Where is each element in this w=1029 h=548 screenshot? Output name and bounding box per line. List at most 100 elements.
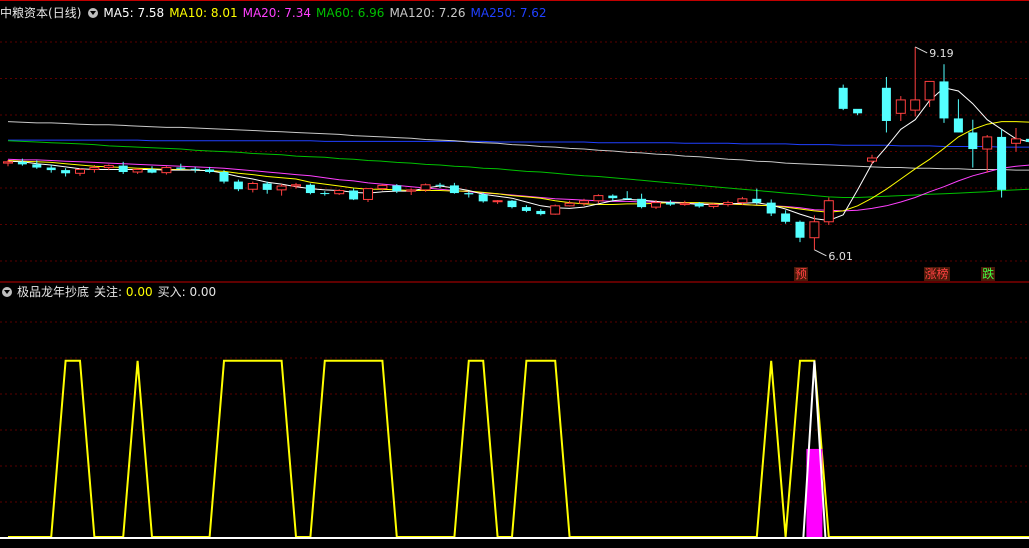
- ma20-legend-label: MA20:: [242, 6, 281, 20]
- ma120-legend-label: MA120:: [389, 6, 435, 20]
- chart-canvas: 9.19 6.01: [0, 0, 1029, 539]
- ma20-legend-value: 7.34: [280, 6, 312, 20]
- indicator-legend-label: 买入:: [157, 285, 186, 299]
- candle-body-down: [464, 193, 474, 195]
- ma60-legend-label: MA60:: [316, 6, 354, 20]
- candle-body-up: [910, 99, 921, 111]
- candle-body-down: [392, 185, 402, 192]
- candle-body-down: [449, 185, 459, 194]
- candle-body-down: [838, 87, 848, 109]
- signal-tag: 涨榜: [923, 267, 950, 281]
- candle-body-up: [103, 165, 114, 169]
- candle-body-down: [665, 202, 675, 205]
- candle-body-up: [1011, 138, 1021, 144]
- signal-tag: 预: [794, 267, 809, 281]
- candle-body-down: [507, 200, 517, 208]
- candle-body-up: [247, 182, 258, 190]
- ma5-legend-label: MA5:: [103, 6, 134, 20]
- dropdown-circle-icon[interactable]: [88, 8, 99, 18]
- candle-body-up: [89, 167, 100, 170]
- indicator-legend-value: 0.00: [122, 285, 153, 299]
- candle-body-down: [349, 190, 359, 200]
- candle-body-up: [809, 221, 820, 239]
- ma250-legend-value: 7.62: [516, 6, 547, 20]
- candle-body-down: [305, 184, 315, 194]
- candle-body-up: [723, 202, 733, 206]
- candle-body-down: [766, 202, 776, 214]
- candle-body-down: [17, 161, 27, 165]
- candle-body-up: [550, 205, 561, 215]
- candle-body-up: [564, 202, 575, 207]
- candle-body-up: [924, 80, 935, 101]
- candle-body-down: [435, 184, 445, 186]
- signal-tag: 跌: [981, 267, 996, 281]
- candle-body-up: [132, 168, 143, 173]
- candle-body-down: [694, 203, 704, 207]
- candle-body-up: [579, 200, 589, 204]
- candle-body-down: [637, 198, 647, 208]
- candle-body-up: [334, 190, 345, 195]
- candle-body-up: [895, 99, 906, 114]
- period-label: (日线): [48, 6, 82, 20]
- candle-body-up: [867, 157, 877, 162]
- candle-body-up: [708, 204, 719, 207]
- candle-body-down: [219, 172, 229, 182]
- indicator-legend-label: 关注:: [94, 285, 123, 299]
- high-price-label: 9.19: [929, 47, 954, 60]
- indicator-legend-value: 0.00: [185, 285, 217, 299]
- candle-body-up: [737, 198, 748, 204]
- candle-body-down: [262, 183, 272, 190]
- stock-chart: 9.19 6.01 中粮资本(日线) MA5: 7.58 MA10: 8.01 MA20…: [0, 0, 1029, 544]
- dropdown-circle-icon[interactable]: [2, 287, 12, 297]
- indicator-name[interactable]: 极品龙年抄底: [17, 285, 89, 299]
- ma250-line: [8, 139, 1029, 148]
- candle-body-down: [32, 164, 42, 168]
- candle-body-down: [853, 108, 863, 114]
- candle-body-down: [997, 136, 1007, 190]
- candle-body-up: [291, 184, 301, 187]
- ma-legend: MA5: 7.58 MA10: 8.01 MA20: 7.34 MA60: 6.96 M…: [103, 6, 551, 20]
- candle-body-down: [881, 87, 891, 121]
- candle-body-up: [651, 202, 661, 208]
- low-pointer: [814, 249, 827, 257]
- candle-body-up: [276, 185, 287, 191]
- candle-body-up: [161, 167, 172, 174]
- candle-body-down: [968, 132, 978, 150]
- ma60-legend-value: 6.96: [353, 6, 385, 20]
- ma5-line: [7, 87, 1029, 222]
- candle-body-up: [406, 189, 417, 192]
- candle-body-up: [492, 200, 503, 203]
- candle-body-up: [377, 184, 388, 190]
- candle-body-down: [176, 167, 186, 169]
- low-price-label: 6.01: [828, 250, 853, 263]
- candle-body-up: [75, 168, 85, 174]
- candle-body-down: [320, 193, 330, 195]
- main-header: 中粮资本(日线) MA5: 7.58 MA10: 8.01 MA20: 7.34 MA6…: [0, 4, 557, 22]
- stock-name[interactable]: 中粮资本: [0, 6, 48, 20]
- candle-body-down: [521, 207, 531, 211]
- candle-body-up: [982, 136, 993, 150]
- candle-body-down: [536, 210, 546, 215]
- ma5-legend-value: 7.58: [133, 6, 165, 20]
- candle-body-down: [622, 198, 632, 200]
- candle-body-down: [118, 165, 128, 173]
- ma250-legend-label: MA250:: [470, 6, 517, 20]
- candle-body-up: [420, 184, 431, 191]
- candle-body-down: [478, 194, 488, 202]
- candle-body-down: [752, 198, 762, 203]
- candle-body-down: [608, 195, 618, 199]
- signal-line: [8, 359, 1029, 538]
- candle-body-down: [46, 167, 56, 171]
- candle-body-up: [679, 202, 690, 206]
- candle-body-down: [939, 81, 949, 119]
- candle-body-down: [233, 181, 243, 190]
- candle-body-down: [190, 168, 200, 170]
- candle-body-up: [593, 195, 604, 202]
- high-pointer: [914, 46, 928, 54]
- ma120-line: [7, 121, 1029, 171]
- ma10-legend-value: 8.01: [207, 6, 238, 20]
- candle-body-down: [205, 169, 215, 173]
- candle-body-down: [795, 221, 805, 238]
- ma10-legend-label: MA10:: [169, 6, 208, 20]
- candle-body-down: [781, 213, 791, 222]
